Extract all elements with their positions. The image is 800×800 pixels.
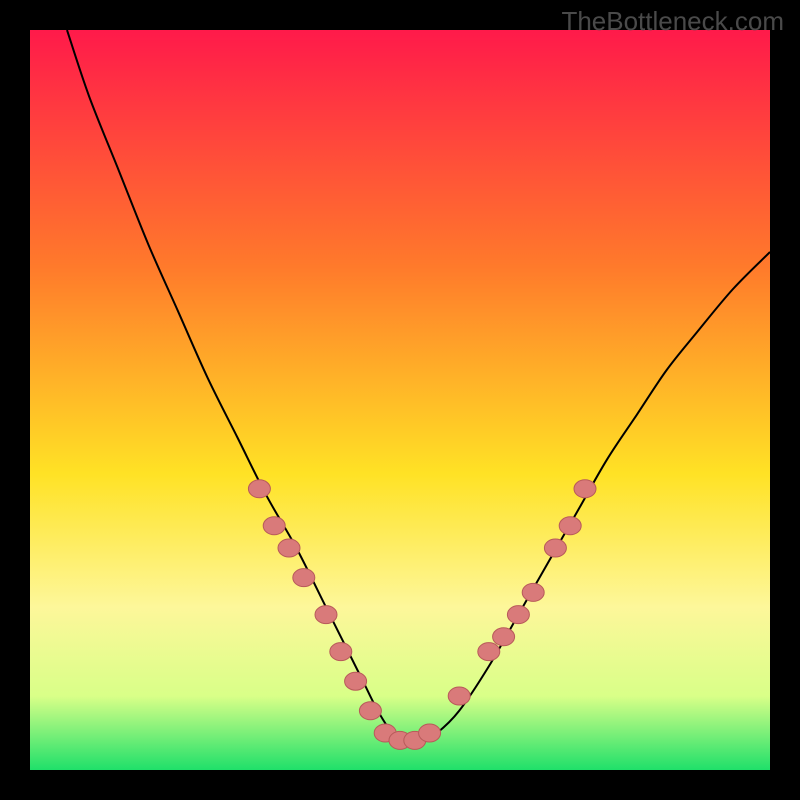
watermark-text: TheBottleneck.com xyxy=(561,6,784,37)
data-marker xyxy=(478,643,500,661)
data-marker xyxy=(330,643,352,661)
data-marker xyxy=(419,724,441,742)
curve-path xyxy=(67,30,770,741)
bottleneck-curve xyxy=(30,30,770,770)
data-marker xyxy=(248,480,270,498)
data-marker xyxy=(293,569,315,587)
plot-area xyxy=(30,30,770,770)
data-marker xyxy=(544,539,566,557)
data-marker xyxy=(574,480,596,498)
data-marker xyxy=(315,606,337,624)
data-marker xyxy=(263,517,285,535)
data-marker xyxy=(507,606,529,624)
chart-frame: TheBottleneck.com xyxy=(0,0,800,800)
data-marker xyxy=(522,583,544,601)
data-marker xyxy=(559,517,581,535)
data-marker xyxy=(493,628,515,646)
data-marker xyxy=(359,702,381,720)
data-marker xyxy=(278,539,300,557)
data-marker xyxy=(345,672,367,690)
data-marker xyxy=(448,687,470,705)
